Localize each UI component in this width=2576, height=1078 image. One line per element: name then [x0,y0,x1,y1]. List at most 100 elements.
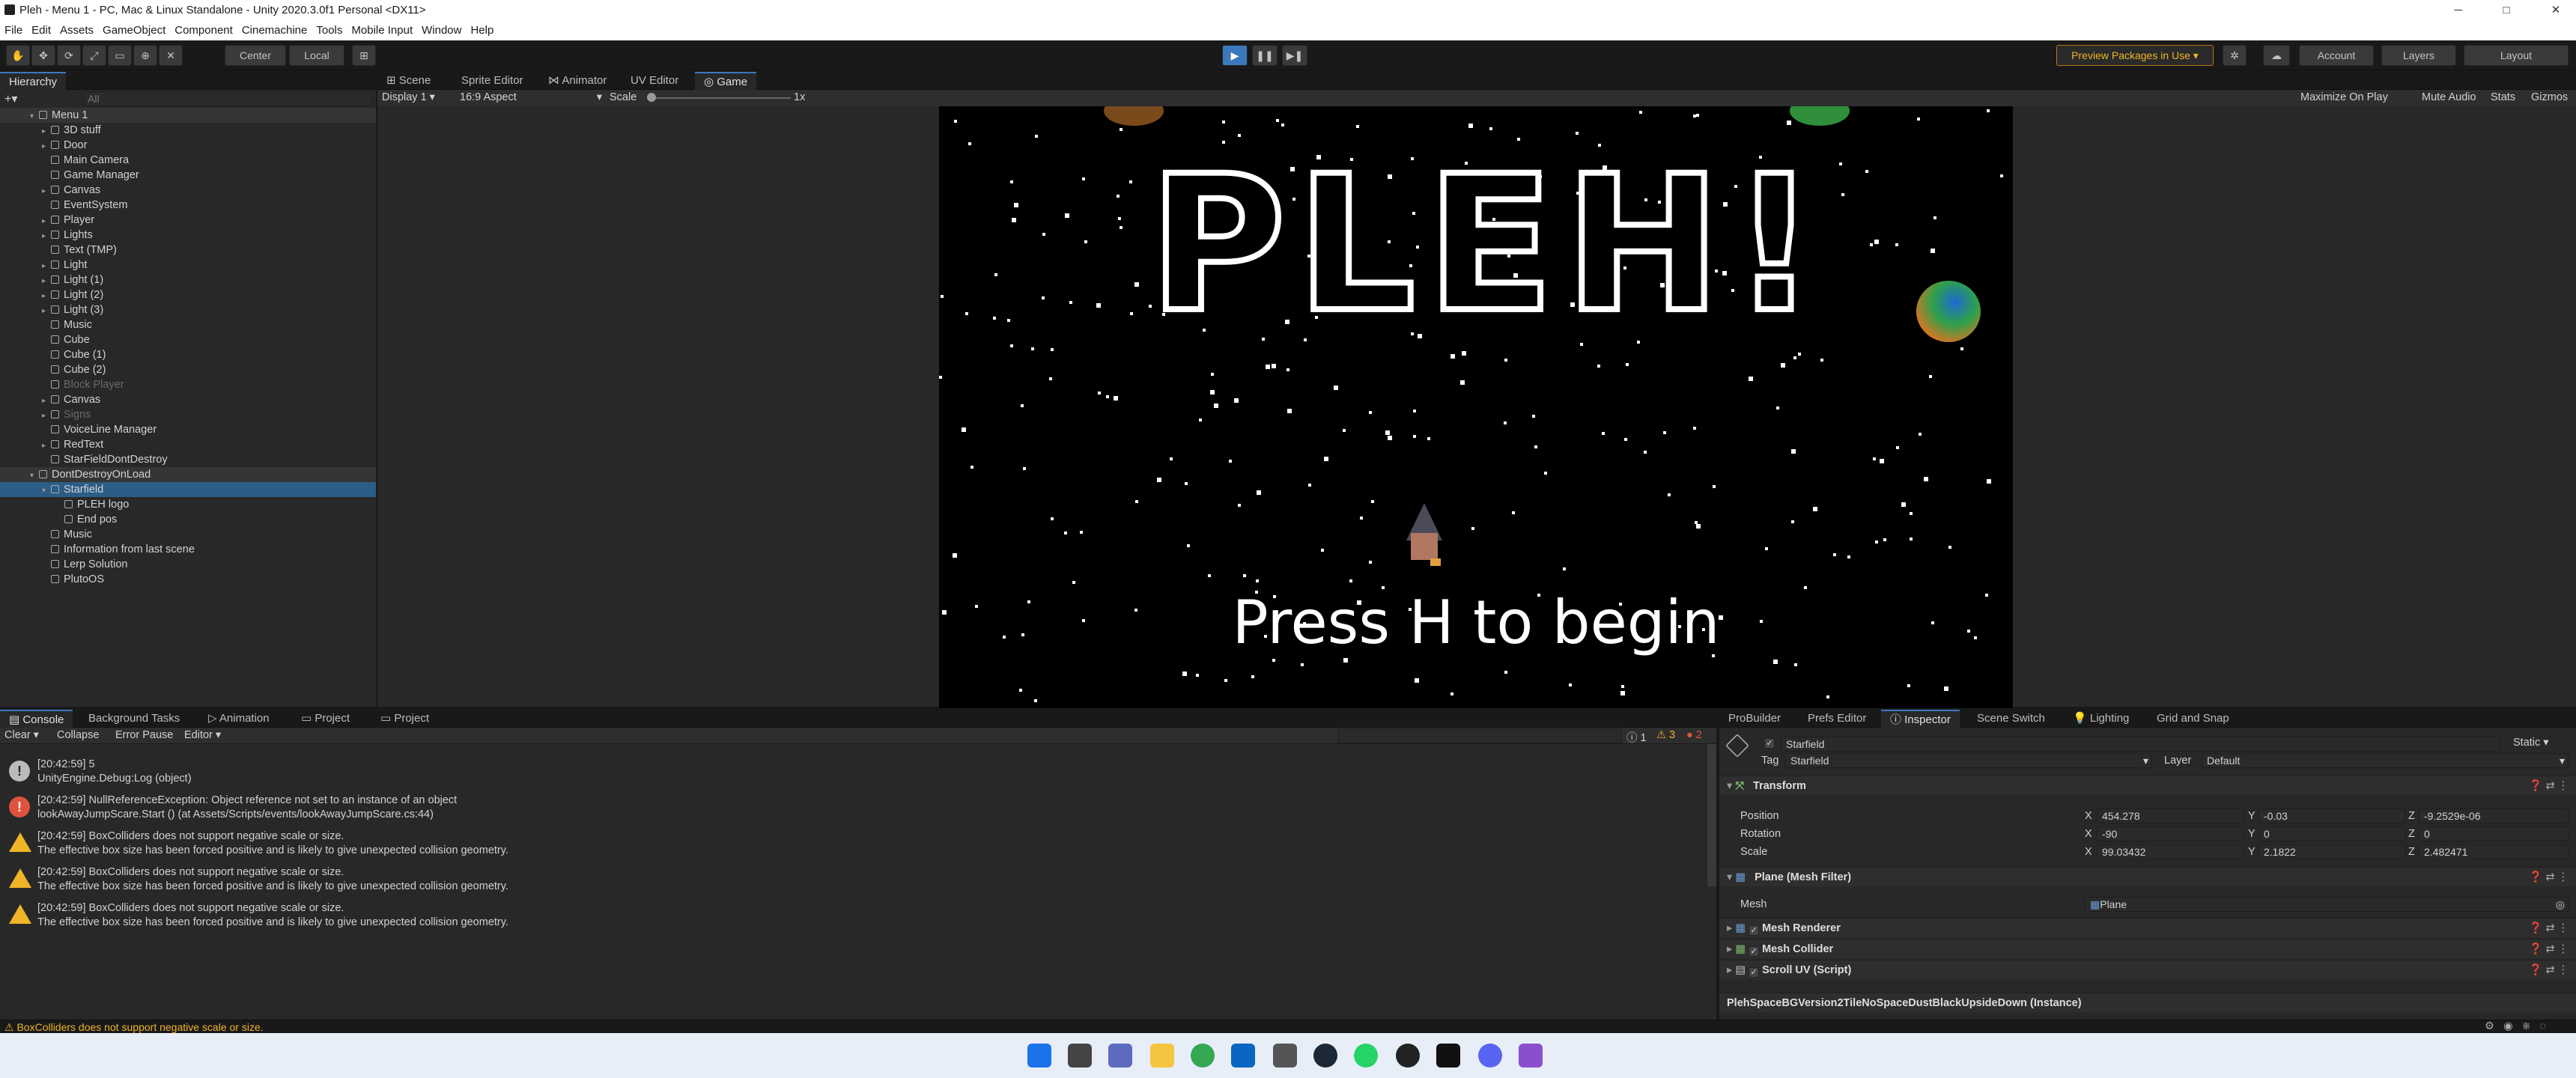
pivot-center-button[interactable]: Center [225,45,286,66]
console-entry[interactable]: [20:42:59] BoxColliders does not support… [0,864,1707,900]
tab-project-2[interactable]: ▭ Project [371,710,438,728]
console-entry[interactable]: ! [20:42:59] 5 UnityEngine.Debug:Log (obje… [0,756,1707,792]
expand-arrow-icon[interactable]: ▾ [42,484,51,499]
expand-arrow-icon[interactable]: ▾ [30,469,39,484]
hierarchy-item[interactable]: PlutoOS [0,572,376,587]
active-checkbox[interactable]: ✓ [1764,738,1775,749]
tab-scene[interactable]: ⊞ Scene [377,72,440,90]
display-dropdown[interactable]: Display 1 ▾ [382,91,435,103]
minimize-button[interactable]: ─ [2441,0,2476,21]
clear-button[interactable]: Clear ▾ [4,729,39,741]
hierarchy-item[interactable]: Lerp Solution [0,557,376,572]
menu-file[interactable]: File [0,21,27,37]
scene-row[interactable]: ▾ DontDestroyOnLoad [0,467,376,482]
hierarchy-item[interactable]: EventSystem [0,198,376,213]
hierarchy-item[interactable]: Main Camera [0,153,376,168]
hierarchy-item[interactable]: ▸ Light (1) [0,272,376,287]
mesh-collider-header[interactable]: ▸ ▦ ✓ Mesh Collider ❓ ⇄ ⋮ [1719,939,2576,958]
store-icon[interactable] [1231,1044,1255,1068]
object-name-field[interactable]: Starfield [1781,737,2500,752]
custom-tool-icon[interactable]: ✕ [159,45,183,66]
chat-icon[interactable] [1108,1044,1132,1068]
error-pause-toggle[interactable]: Error Pause [115,729,173,741]
static-toggle[interactable]: Static ▾ [2513,737,2549,749]
scale-tool-icon[interactable]: ⤢ [82,45,106,66]
rotation-z-field[interactable]: 0 [2419,826,2569,841]
tab-animator[interactable]: ⋈ Animator [539,72,616,90]
hierarchy-item[interactable]: VoiceLine Manager [0,422,376,437]
grid-snap-icon[interactable]: ⊞ [352,45,376,66]
tab-animation[interactable]: ▷ Animation [199,710,279,728]
hierarchy-item[interactable]: Music [0,527,376,542]
hierarchy-item[interactable]: ▸ Lights [0,228,376,243]
whatsapp-icon[interactable] [1354,1044,1378,1068]
tab-game[interactable]: ◎ Game [695,72,757,90]
expand-arrow-icon[interactable]: ▸ [42,439,51,454]
scale-y-field[interactable]: 2.1822 [2258,844,2405,859]
material-header[interactable]: PlehSpaceBGVersion2TileNoSpaceDustBlackU… [1719,993,2576,1012]
move-tool-icon[interactable]: ✥ [31,45,55,66]
hierarchy-item[interactable]: ▸ 3D stuff [0,123,376,138]
info-count[interactable]: ⓘ 1 [1626,729,1647,745]
warning-count[interactable]: ⚠ 3 [1656,729,1675,741]
tab-project[interactable]: ▭ Project [292,710,359,728]
tab-inspector[interactable]: ⓘ Inspector [1881,710,1960,728]
gizmos-dropdown[interactable]: Gizmos [2531,91,2568,103]
hierarchy-item[interactable]: ▸ Player [0,213,376,228]
add-icon[interactable]: +▾ [4,91,27,106]
hierarchy-item[interactable]: End pos [0,512,376,527]
hierarchy-item[interactable]: Cube (2) [0,362,376,377]
hierarchy-item[interactable]: ▸ Light (3) [0,302,376,317]
scene-row[interactable]: ▾ Menu 1 [0,108,376,123]
tab-console[interactable]: ▤ Console [0,710,73,728]
menu-tools[interactable]: Tools [312,21,347,37]
hierarchy-item[interactable]: ▸ Door [0,138,376,153]
tab-uv-editor[interactable]: UV Editor [622,72,687,90]
collab-icon[interactable]: ✲ [2223,45,2247,66]
hierarchy-item[interactable]: Game Manager [0,168,376,183]
start-icon[interactable] [1027,1044,1051,1068]
maximize-on-play-toggle[interactable]: Maximize On Play [2300,91,2388,103]
editor-dropdown[interactable]: Editor ▾ [184,729,221,741]
expand-arrow-icon[interactable]: ▸ [42,214,51,229]
position-x-field[interactable]: 454.278 [2097,808,2244,823]
play-button[interactable]: ▶ [1222,45,1248,66]
expand-arrow-icon[interactable]: ▸ [42,274,51,289]
menu-edit[interactable]: Edit [27,21,55,37]
menu-help[interactable]: Help [466,21,498,37]
expand-arrow-icon[interactable]: ▸ [42,304,51,319]
console-entry[interactable]: [20:42:59] BoxColliders does not support… [0,828,1707,864]
expand-arrow-icon[interactable]: ▸ [42,259,51,274]
scale-slider[interactable] [648,97,791,99]
tab-scene-switch[interactable]: Scene Switch [1968,710,2054,728]
scale-z-field[interactable]: 2.482471 [2419,844,2569,859]
transform-header[interactable]: ▾ ⤧ Transform ❓ ⇄ ⋮ [1719,776,2576,795]
expand-arrow-icon[interactable]: ▸ [42,229,51,244]
layout-dropdown[interactable]: Layout [2464,45,2569,66]
position-z-field[interactable]: -9.2529e-06 [2419,808,2569,823]
rotation-x-field[interactable]: -90 [2097,826,2244,841]
menu-mobile-input[interactable]: Mobile Input [347,21,417,37]
hierarchy-item[interactable]: ▸ RedText [0,437,376,452]
step-button[interactable]: ▶❚ [1282,45,1307,66]
scale-x-field[interactable]: 99.03432 [2097,844,2244,859]
console-search-input[interactable] [1337,728,1622,743]
rect-tool-icon[interactable]: ▭ [108,45,132,66]
hierarchy-item[interactable]: Cube [0,332,376,347]
discord-icon[interactable] [1478,1044,1502,1068]
stats-toggle[interactable]: Stats [2491,91,2515,103]
tab-hierarchy[interactable]: Hierarchy [0,72,67,90]
unity-editor-icon[interactable] [1436,1044,1460,1068]
tab-lighting[interactable]: 💡 Lighting [2064,710,2138,728]
unity-hub-icon[interactable] [1273,1044,1297,1068]
hierarchy-item[interactable]: Cube (1) [0,347,376,362]
menu-window[interactable]: Window [417,21,466,37]
mesh-renderer-header[interactable]: ▸ ▦ ✓ Mesh Renderer ❓ ⇄ ⋮ [1719,918,2576,937]
mesh-filter-header[interactable]: ▾ ▦ Plane (Mesh Filter) ❓ ⇄ ⋮ [1719,867,2576,886]
pause-button[interactable]: ❚❚ [1252,45,1278,66]
hierarchy-item[interactable]: Information from last scene [0,542,376,557]
hand-tool-icon[interactable]: ✋ [6,45,30,66]
mute-audio-toggle[interactable]: Mute Audio [2422,91,2476,103]
status-message[interactable]: ⚠ BoxColliders does not support negative… [4,1021,264,1034]
close-button[interactable]: ✕ [2539,0,2573,21]
